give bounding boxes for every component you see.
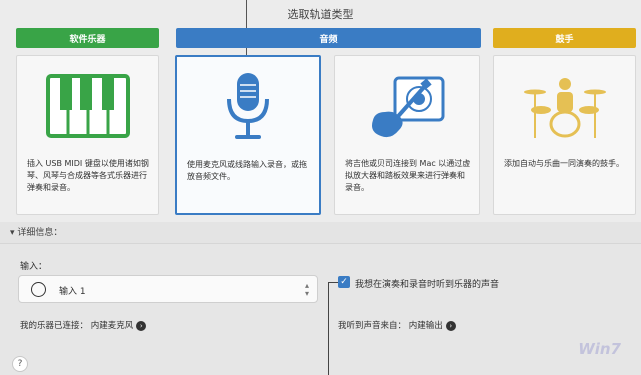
card-audio-microphone[interactable]: 使用麦克风或线路输入录音，或拖放音频文件。 xyxy=(175,55,321,215)
monitor-checkbox[interactable]: ✓ xyxy=(338,276,350,288)
category-drummer[interactable]: 鼓手 xyxy=(493,28,636,48)
card-description: 插入 USB MIDI 键盘以使用诸如钢琴、风琴与合成器等各式乐器进行弹奏和录音… xyxy=(27,159,149,192)
input-select-value: 输入 1 xyxy=(59,287,86,297)
card-description: 添加自动与乐曲一同演奏的鼓手。 xyxy=(504,159,624,168)
card-description: 将吉他或贝司连接到 Mac 以通过虚拟放大器和踏板效果来进行弹奏和录音。 xyxy=(345,159,471,192)
instrument-connected: 我的乐器已连接： 内建麦克风 › xyxy=(20,319,147,331)
monitor-checkbox-label[interactable]: 我想在演奏和录音时听到乐器的声音 xyxy=(355,277,499,290)
card-software-instrument[interactable]: 插入 USB MIDI 键盘以使用诸如钢琴、风琴与合成器等各式乐器进行弹奏和录音… xyxy=(16,55,159,215)
guitar-amp-icon xyxy=(335,56,479,156)
drummer-icon xyxy=(494,56,635,156)
watermark: Win7 xyxy=(578,340,621,358)
arrow-right-circle-icon[interactable]: › xyxy=(136,320,147,331)
chevron-updown-icon: ▴ ▾ xyxy=(304,281,309,298)
card-audio-guitar[interactable]: 将吉他或贝司连接到 Mac 以通过虚拟放大器和踏板效果来进行弹奏和录音。 xyxy=(334,55,480,215)
card-drummer[interactable]: 添加自动与乐曲一同演奏的鼓手。 xyxy=(493,55,636,215)
arrow-right-circle-icon[interactable]: › xyxy=(445,320,456,331)
details-disclosure[interactable]: ▾ 详细信息： xyxy=(10,225,62,238)
input-select[interactable]: 输入 1 ▴ ▾ xyxy=(18,275,318,303)
output-source-text: 我听到声音来自： 内建输出 xyxy=(338,321,443,331)
output-source: 我听到声音来自： 内建输出 › xyxy=(338,319,456,331)
dialog-title: 选取轨道类型 xyxy=(287,8,354,21)
piano-keyboard-icon xyxy=(17,56,158,156)
input-label: 输入： xyxy=(20,262,48,272)
microphone-icon xyxy=(177,57,319,157)
category-software-instrument[interactable]: 软件乐器 xyxy=(16,28,159,48)
category-audio[interactable]: 音频 xyxy=(176,28,481,48)
callout-line xyxy=(328,282,338,283)
callout-line xyxy=(328,282,329,375)
card-description: 使用麦克风或线路输入录音，或拖放音频文件。 xyxy=(187,160,307,181)
input-radio-icon xyxy=(31,282,46,297)
help-button[interactable]: ? xyxy=(12,356,28,372)
instrument-connected-text: 我的乐器已连接： 内建麦克风 xyxy=(20,321,134,331)
details-panel xyxy=(0,243,641,375)
